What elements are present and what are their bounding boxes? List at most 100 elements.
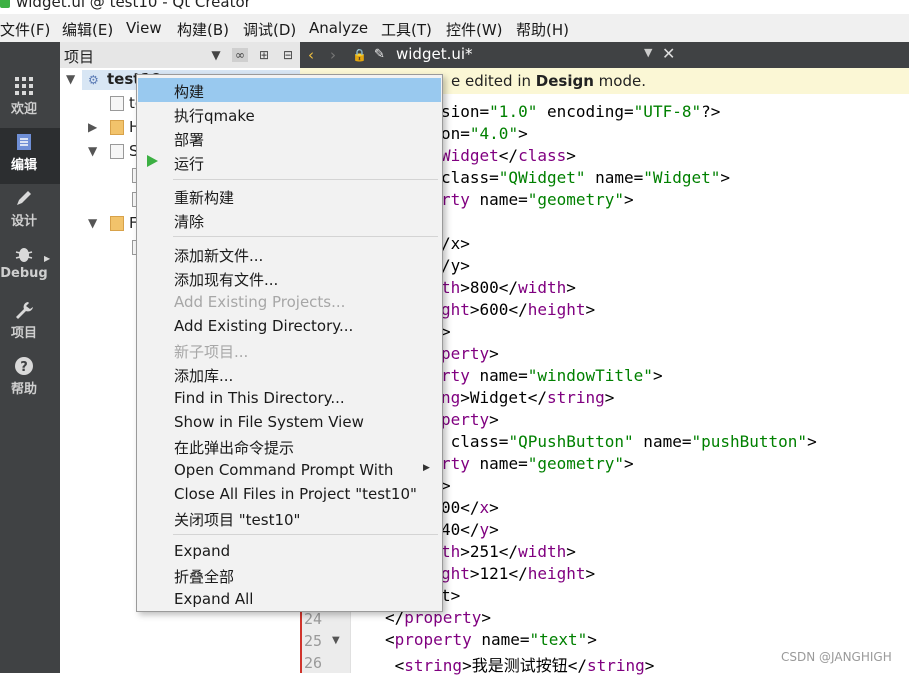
code-line: th>251</width> [441, 542, 576, 561]
code-line: t> [441, 586, 461, 605]
code-line: sion="1.0" encoding="UTF-8"?> [441, 102, 721, 121]
mode-projects[interactable]: 项目 [0, 296, 60, 352]
lock-icon: 🔒 [352, 48, 367, 62]
filter-icon[interactable]: ▼ [208, 48, 224, 62]
menu-item-label: Add Existing Directory... [174, 317, 354, 335]
close-editor-icon[interactable]: ✕ [662, 44, 675, 63]
question-icon: ? [15, 357, 33, 375]
menu-item-close-all-files[interactable]: Close All Files in Project "test10" [138, 482, 441, 506]
code-line: /x> [441, 234, 470, 253]
menu-item-add-existing-files[interactable]: 添加现有文件... [138, 266, 441, 290]
collapsed-arrow-icon[interactable]: ▶ [88, 120, 97, 134]
menu-item-open-command-prompt-with[interactable]: Open Command Prompt With ▶ [138, 458, 441, 482]
menu-edit[interactable]: 编辑(E) [62, 19, 113, 40]
menu-item-label: 添加现有文件... [174, 271, 279, 289]
menu-item-expand[interactable]: Expand [138, 539, 441, 563]
menu-item-label: 添加新文件... [174, 247, 264, 265]
menu-help[interactable]: 帮助(H) [516, 19, 569, 40]
code-line: th>800</width> [441, 278, 576, 297]
menu-bar: 文件(F) 编辑(E) View 构建(B) 调试(D) Analyze 工具(… [0, 14, 909, 42]
menu-item-rebuild[interactable]: 重新构建 [138, 184, 441, 208]
mode-debug[interactable]: ▶ Debug [0, 240, 60, 296]
mode-help[interactable]: ? 帮助 [0, 352, 60, 408]
forward-arrow-icon[interactable]: › [330, 46, 336, 64]
menu-item-add-library[interactable]: 添加库... [138, 362, 441, 386]
menu-tools[interactable]: 工具(T) [381, 19, 432, 40]
mode-welcome-label: 欢迎 [10, 102, 37, 117]
menu-item-clean[interactable]: 清除 [138, 208, 441, 232]
back-arrow-icon[interactable]: ‹ [308, 46, 314, 64]
code-line: Widget</class> [441, 146, 576, 165]
expand-arrow-icon[interactable]: ▼ [88, 216, 97, 230]
code-line: ght>600</height> [441, 300, 596, 319]
menu-item-deploy[interactable]: 部署 [138, 126, 441, 150]
code-line: on="4.0"> [441, 124, 528, 143]
editor-filename[interactable]: widget.ui* [396, 45, 473, 63]
menu-separator [173, 179, 438, 180]
menu-item-label: 清除 [174, 213, 205, 231]
fold-arrow-icon[interactable]: ▼ [332, 635, 340, 646]
menu-item-find-in-directory[interactable]: Find in This Directory... [138, 386, 441, 410]
menu-item-close-project[interactable]: 关闭项目 "test10" [138, 506, 441, 530]
file-edit-icon: ✎ [374, 47, 385, 62]
menu-debug[interactable]: 调试(D) [243, 19, 296, 40]
file-dropdown-icon[interactable]: ▼ [644, 46, 652, 59]
menu-analyze[interactable]: Analyze [309, 19, 368, 37]
grid-icon [15, 77, 33, 95]
source-folder-icon [110, 144, 124, 159]
menu-item-run[interactable]: 运行 [138, 150, 441, 174]
code-line: <property name="text"> [385, 630, 597, 649]
menu-item-label: 部署 [174, 131, 205, 149]
pencil-icon [17, 191, 31, 205]
menu-view[interactable]: View [126, 19, 162, 37]
info-bold: Design [535, 72, 594, 90]
link-icon[interactable]: ∞ [232, 48, 248, 62]
mode-design-label: 设计 [10, 214, 37, 229]
run-icon [147, 155, 158, 167]
split-icon[interactable]: ⊞ [256, 48, 272, 62]
document-icon [17, 134, 31, 150]
menu-item-add-new-file[interactable]: 添加新文件... [138, 242, 441, 266]
code-line: /y> [441, 256, 470, 275]
mode-edit[interactable]: 编辑 [0, 128, 60, 184]
wrench-icon [16, 302, 33, 319]
menu-item-label: 构建 [174, 83, 205, 101]
folder-icon [110, 120, 124, 135]
menu-build[interactable]: 构建(B) [177, 19, 229, 40]
menu-item-label: 执行qmake [174, 107, 255, 125]
menu-item-label: 折叠全部 [174, 568, 235, 586]
menu-item-label: Expand All [174, 590, 254, 608]
menu-item-build[interactable]: 构建 [138, 78, 441, 102]
menu-widgets[interactable]: 控件(W) [446, 19, 503, 40]
menu-item-collapse-all[interactable]: 折叠全部 [138, 563, 441, 587]
expand-arrow-icon[interactable]: ▼ [88, 144, 97, 158]
menu-item-expand-all[interactable]: Expand All [138, 587, 441, 611]
submenu-arrow-icon: ▶ [423, 463, 430, 473]
close-pane-icon[interactable]: ⊟ [280, 48, 296, 62]
watermark: CSDN @JANGHIGH [781, 650, 892, 664]
menu-item-label: 新子项目... [174, 343, 249, 361]
menu-item-show-in-file-system[interactable]: Show in File System View [138, 410, 441, 434]
menu-item-command-prompt[interactable]: 在此弹出命令提示 [138, 434, 441, 458]
code-line: 00</x> [441, 498, 499, 517]
editor-toolbar: ‹ › 🔒 ✎ widget.ui* ▼ ✕ [300, 42, 909, 68]
code-line: 40</y> [441, 520, 499, 539]
menu-file[interactable]: 文件(F) [0, 19, 50, 40]
menu-separator [173, 534, 438, 535]
project-pane-header: 项目 ▼ ∞ ⊞ ⊟ [60, 42, 300, 69]
mode-welcome[interactable]: 欢迎 [0, 72, 60, 128]
line-number: 26 [304, 654, 323, 672]
menu-item-qmake[interactable]: 执行qmake [138, 102, 441, 126]
line-number: 25 [304, 632, 323, 650]
menu-item-add-existing-directory[interactable]: Add Existing Directory... [138, 314, 441, 338]
expand-arrow-icon[interactable]: ▼ [66, 72, 75, 86]
menu-item-new-subproject: 新子项目... [138, 338, 441, 362]
debug-more-arrow-icon: ▶ [44, 254, 51, 263]
svg-text:?: ? [20, 360, 28, 375]
code-line: perty> [441, 344, 499, 363]
menu-item-label: Close All Files in Project "test10" [174, 485, 417, 503]
bug-icon [15, 248, 33, 262]
mode-sidebar: 欢迎 编辑 设计 ▶ Debug 项目 ? 帮助 [0, 42, 60, 673]
mode-design[interactable]: 设计 [0, 184, 60, 240]
forms-folder-icon [110, 216, 124, 231]
